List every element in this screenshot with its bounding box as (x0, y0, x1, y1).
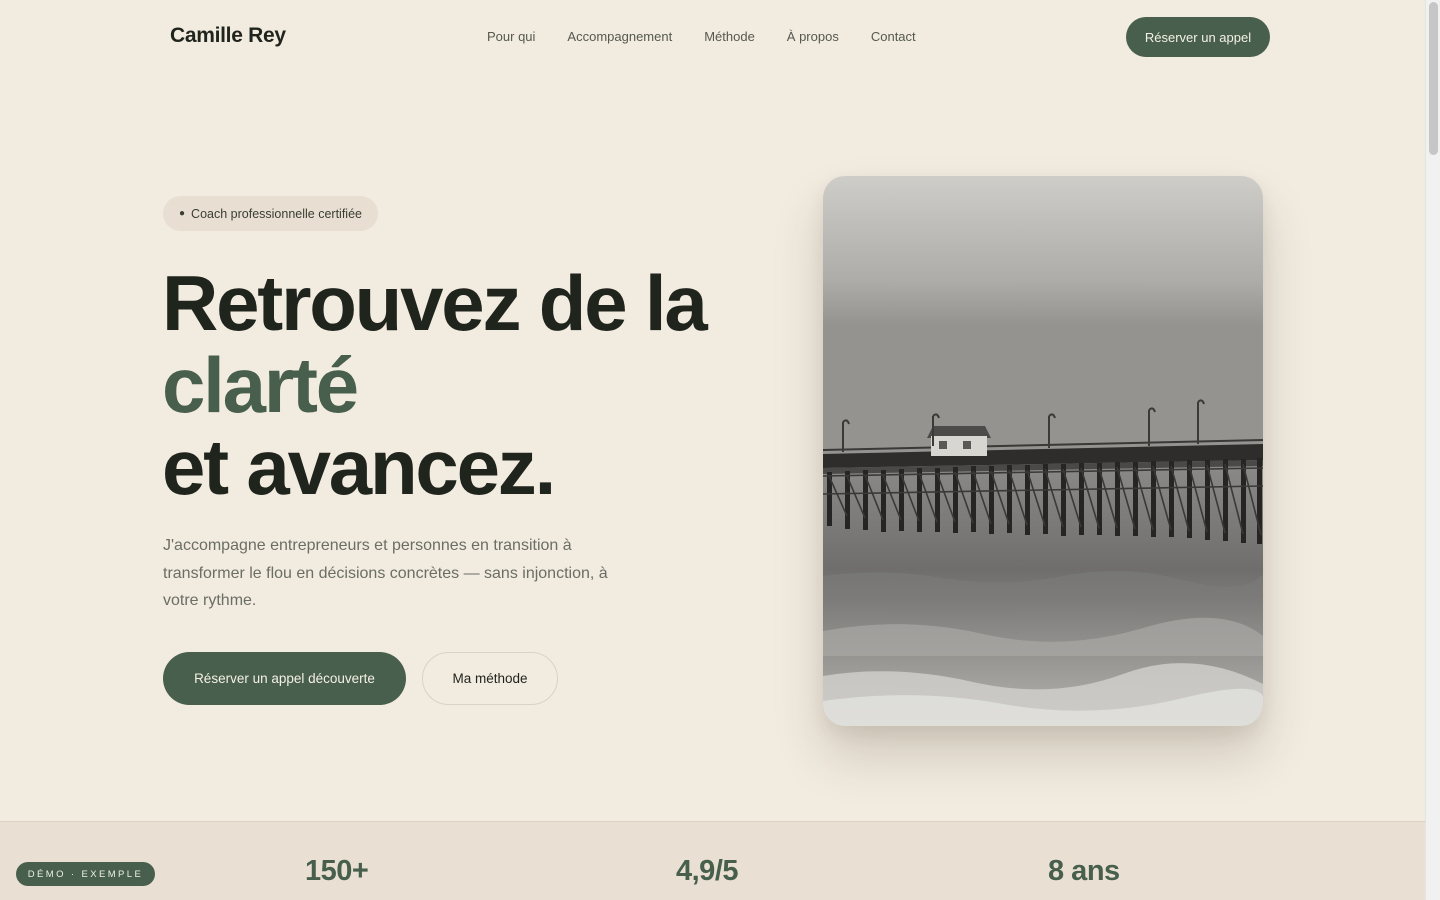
hero-headline: Retrouvez de la clarté et avancez. (162, 259, 708, 511)
page: Camille Rey Pour qui Accompagnement Méth… (0, 0, 1425, 900)
method-button[interactable]: Ma méthode (422, 652, 558, 705)
scrollbar-thumb[interactable] (1429, 2, 1438, 155)
stat-experience-value: 8 ans (1048, 855, 1120, 887)
demo-badge: DÉMO · EXEMPLE (16, 862, 155, 886)
certification-badge: ● Coach professionnelle certifiée (163, 196, 378, 231)
hero-lead: J'accompagne entrepreneurs et personnes … (163, 537, 608, 609)
stat-rating-value: 4,9/5 (676, 855, 739, 887)
main-nav: Pour qui Accompagnement Méthode À propos… (487, 29, 916, 44)
nav-item-accompagnement[interactable]: Accompagnement (567, 29, 672, 44)
headline-accent: clarté (162, 341, 359, 429)
headline-line-3: et avancez. (162, 423, 556, 511)
brand-logo[interactable]: Camille Rey (170, 24, 286, 48)
book-discovery-call-button[interactable]: Réserver un appel découverte (163, 652, 406, 705)
hero-photo-pier (823, 176, 1263, 726)
page-scrollbar[interactable] (1425, 0, 1440, 900)
nav-item-pour-qui[interactable]: Pour qui (487, 29, 535, 44)
book-call-button[interactable]: Réserver un appel (1126, 17, 1270, 57)
headline-line-1: Retrouvez de la (162, 259, 708, 347)
bullet-dot-icon: ● (179, 208, 186, 219)
nav-item-a-propos[interactable]: À propos (787, 29, 839, 44)
stat-clients-value: 150+ (305, 855, 369, 887)
nav-item-contact[interactable]: Contact (871, 29, 916, 44)
nav-item-methode[interactable]: Méthode (704, 29, 755, 44)
badge-label: Coach professionnelle certifiée (191, 206, 362, 221)
